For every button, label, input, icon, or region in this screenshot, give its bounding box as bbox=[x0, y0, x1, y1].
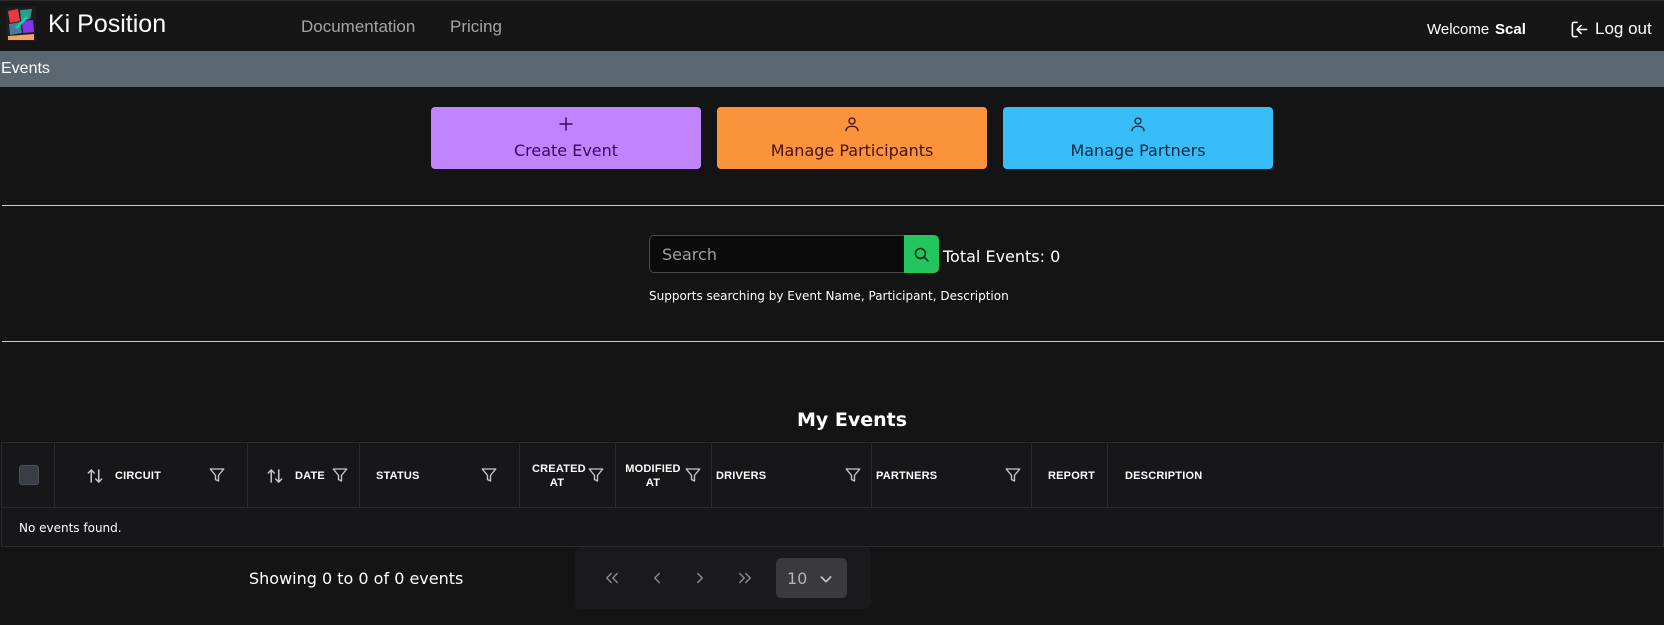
filter-icon[interactable] bbox=[587, 466, 605, 484]
column-circuit: CIRCUIT bbox=[55, 443, 248, 508]
sort-icon[interactable] bbox=[86, 467, 104, 485]
filter-icon[interactable] bbox=[844, 466, 862, 484]
column-label: MODIFIED AT bbox=[624, 462, 682, 490]
filter-icon[interactable] bbox=[331, 466, 349, 484]
column-status: STATUS bbox=[360, 443, 520, 508]
column-label: REPORT bbox=[1048, 470, 1096, 482]
divider bbox=[2, 205, 1664, 206]
column-label: CREATED AT bbox=[532, 462, 586, 490]
search-icon bbox=[914, 247, 929, 262]
plus-icon bbox=[559, 117, 573, 131]
manage-partners-button[interactable]: Manage Partners bbox=[1003, 107, 1273, 169]
empty-message: No events found. bbox=[19, 521, 122, 535]
prev-page-icon[interactable] bbox=[648, 569, 666, 587]
search-help-text: Supports searching by Event Name, Partic… bbox=[649, 289, 1009, 303]
pagination-summary: Showing 0 to 0 of 0 events bbox=[249, 569, 464, 588]
sort-icon[interactable] bbox=[266, 467, 284, 485]
brand[interactable]: Ki Position bbox=[6, 7, 166, 41]
breadcrumb: Events bbox=[0, 51, 1664, 87]
manage-partners-label: Manage Partners bbox=[1070, 141, 1206, 160]
breadcrumb-label: Events bbox=[1, 60, 50, 77]
nav-documentation[interactable]: Documentation bbox=[301, 17, 415, 37]
search-button[interactable] bbox=[904, 235, 939, 273]
user-icon bbox=[1131, 117, 1145, 132]
column-label: PARTNERS bbox=[876, 470, 938, 482]
username: Scal bbox=[1495, 21, 1526, 38]
app-name: Ki Position bbox=[48, 9, 167, 38]
filter-icon[interactable] bbox=[1004, 466, 1022, 484]
page-size-value: 10 bbox=[787, 569, 808, 588]
column-label: DATE bbox=[295, 470, 325, 482]
column-description: DESCRIPTION bbox=[1108, 443, 1664, 508]
filter-icon[interactable] bbox=[480, 466, 498, 484]
logout-icon bbox=[1571, 21, 1588, 37]
create-event-label: Create Event bbox=[513, 141, 619, 160]
table-header: CIRCUIT DATE STATUS CREATED AT MODIFIED … bbox=[2, 443, 1663, 508]
logout-label: Log out bbox=[1595, 19, 1652, 38]
column-created-at: CREATED AT bbox=[520, 443, 616, 508]
first-page-icon[interactable] bbox=[603, 569, 621, 587]
column-label-line: AT bbox=[549, 477, 565, 489]
column-label-line: MODIFIED bbox=[625, 463, 681, 475]
page-size-select[interactable]: 10 bbox=[776, 558, 847, 598]
events-table: CIRCUIT DATE STATUS CREATED AT MODIFIED … bbox=[1, 442, 1664, 547]
nav-pricing[interactable]: Pricing bbox=[450, 17, 502, 37]
section-title: My Events bbox=[796, 409, 908, 431]
column-partners: PARTNERS bbox=[872, 443, 1032, 508]
next-page-icon[interactable] bbox=[691, 569, 709, 587]
column-report: REPORT bbox=[1032, 443, 1108, 508]
select-all-checkbox[interactable] bbox=[19, 465, 39, 485]
app-logo-icon bbox=[6, 7, 36, 41]
column-select bbox=[2, 443, 55, 508]
column-date: DATE bbox=[248, 443, 360, 508]
top-navbar: Ki Position Documentation Pricing Welcom… bbox=[0, 0, 1664, 51]
column-drivers: DRIVERS bbox=[712, 443, 872, 508]
total-events: Total Events: 0 bbox=[943, 247, 1061, 266]
last-page-icon[interactable] bbox=[736, 569, 754, 587]
column-label-line: AT bbox=[645, 477, 661, 489]
column-label: DRIVERS bbox=[716, 470, 767, 482]
filter-icon[interactable] bbox=[684, 466, 702, 484]
column-label: DESCRIPTION bbox=[1125, 470, 1203, 482]
manage-participants-button[interactable]: Manage Participants bbox=[717, 107, 987, 169]
user-icon bbox=[845, 117, 859, 132]
manage-participants-label: Manage Participants bbox=[770, 141, 934, 160]
search-input[interactable] bbox=[649, 235, 904, 273]
divider bbox=[2, 341, 1664, 342]
column-label-line: CREATED bbox=[532, 463, 586, 475]
logout-button[interactable]: Log out bbox=[1570, 19, 1652, 39]
filter-icon[interactable] bbox=[208, 466, 226, 484]
create-event-button[interactable]: Create Event bbox=[431, 107, 701, 169]
column-label: CIRCUIT bbox=[115, 470, 162, 482]
column-label: STATUS bbox=[376, 470, 420, 482]
column-modified-at: MODIFIED AT bbox=[616, 443, 712, 508]
chevron-down-icon bbox=[820, 576, 832, 583]
welcome-label: Welcome bbox=[1427, 21, 1490, 38]
